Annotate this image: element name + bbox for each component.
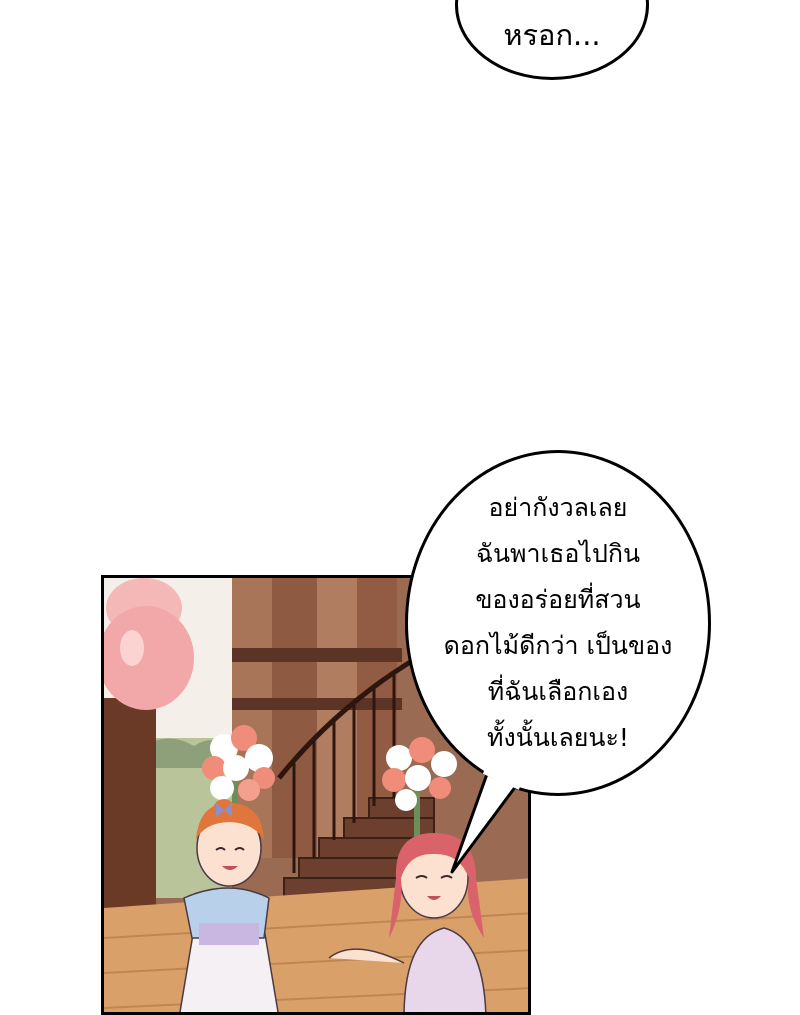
speech-line: ฉันพาเธอไปกิน [475,539,641,568]
speech-line: ทั้งนั้นเลยนะ! [487,723,629,752]
speech-line: ที่ฉันเลือกเอง [487,677,629,706]
speech-line: อย่ากังวลเลย [488,493,628,522]
speech-line: ดอกไม้ดีกว่า เป็นของ [443,631,673,660]
speech-bubble-top: หรอก... [455,0,649,80]
speech-bubble-main: อย่ากังวลเลย ฉันพาเธอไปกิน ของอร่อยที่สว… [405,450,711,796]
speech-text-top: หรอก... [503,18,601,52]
speech-line: ของอร่อยที่สวน [475,585,641,614]
